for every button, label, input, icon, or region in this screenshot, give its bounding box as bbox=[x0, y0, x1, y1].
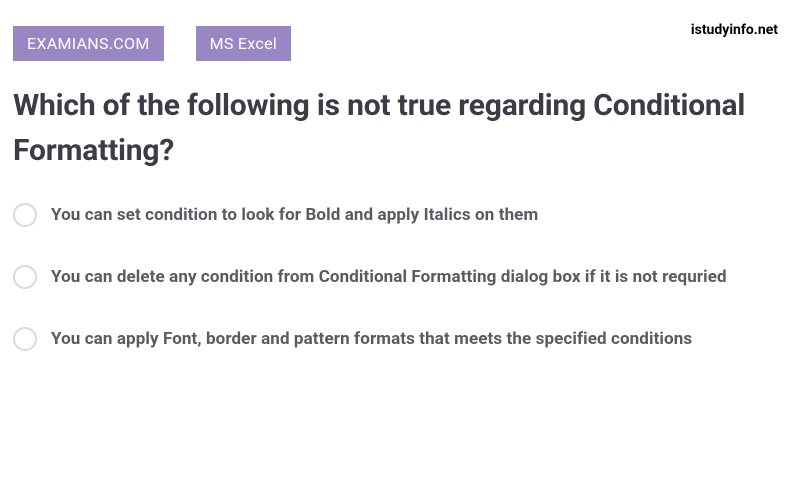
radio-button[interactable] bbox=[13, 327, 37, 351]
radio-button[interactable] bbox=[13, 265, 37, 289]
option-item[interactable]: You can set condition to look for Bold a… bbox=[13, 201, 787, 231]
tag-row: EXAMIANS.COM MS Excel bbox=[13, 26, 787, 61]
category-tag[interactable]: MS Excel bbox=[196, 26, 291, 61]
radio-button[interactable] bbox=[13, 203, 37, 227]
option-label: You can delete any condition from Condit… bbox=[51, 263, 727, 293]
option-label: You can apply Font, border and pattern f… bbox=[51, 325, 692, 355]
option-item[interactable]: You can delete any condition from Condit… bbox=[13, 263, 787, 293]
options-list: You can set condition to look for Bold a… bbox=[13, 201, 787, 354]
site-tag[interactable]: EXAMIANS.COM bbox=[13, 26, 164, 61]
question-text: Which of the following is not true regar… bbox=[13, 83, 787, 173]
option-label: You can set condition to look for Bold a… bbox=[51, 201, 538, 231]
watermark-text: istudyinfo.net bbox=[691, 22, 778, 38]
option-item[interactable]: You can apply Font, border and pattern f… bbox=[13, 325, 787, 355]
